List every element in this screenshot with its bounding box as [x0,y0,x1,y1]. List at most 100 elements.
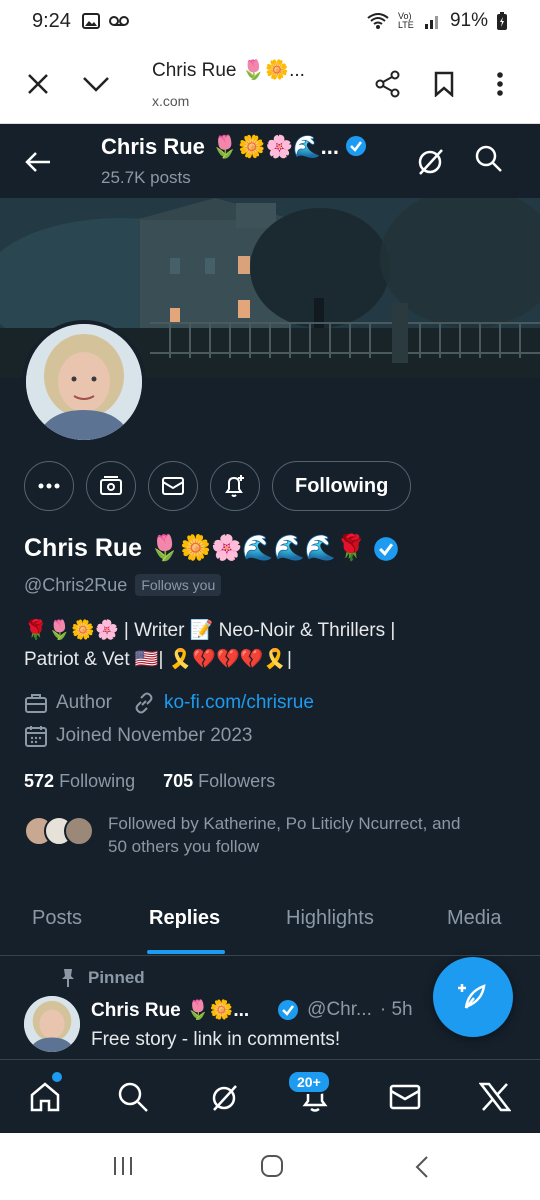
battery-percent: 91% [449,10,488,31]
tweet-avatar[interactable] [24,996,80,1052]
browser-page-title: Chris Rue 🌷🌼... [152,60,305,81]
status-notification-icons [82,12,130,30]
following-label: Following [59,771,136,791]
following-count-link[interactable]: 572 Following [24,771,135,792]
mail-icon [162,477,184,495]
followers-count: 705 [163,771,194,791]
bookmark-page-button[interactable] [426,66,462,102]
tweet-author-handle: @Chr... [307,999,372,1020]
signal-icon [424,16,438,29]
bookmark-icon [434,71,454,97]
more-options-button[interactable] [24,461,74,511]
tweet-text[interactable]: Free story - link in comments! [91,1029,340,1051]
home-circle-icon [261,1155,283,1177]
nav-home[interactable] [26,1078,64,1116]
profile-joined-date: Joined November 2023 [56,725,253,746]
tab-highlights[interactable]: Highlights [286,907,374,930]
nav-explore[interactable] [114,1078,152,1116]
pinned-label-row: Pinned [60,968,145,988]
tweet-header: Chris Rue 🌷🌼... @Chr... · 5h [91,998,413,1022]
header-name-text: Chris Rue 🌷🌼🌸🌊... [101,134,339,159]
tab-posts[interactable]: Posts [32,907,82,930]
mail-icon [389,1084,421,1110]
nav-messages[interactable] [386,1078,424,1116]
profile-header: Chris Rue 🌷🌼🌸🌊... 25.7K posts [0,124,540,198]
chevron-down-icon [83,77,109,92]
compose-feather-icon [458,984,486,1009]
link-icon [135,692,153,714]
verified-badge-icon [346,136,367,156]
profile-occupation: Author [56,692,112,713]
close-tab-button[interactable] [20,66,56,102]
nav-x[interactable] [476,1078,514,1116]
home-unread-dot [52,1072,62,1082]
gallery-icon [82,13,100,29]
follows-you-badge: Follows you [135,574,222,596]
tab-media[interactable]: Media [447,907,501,930]
browser-toolbar: Chris Rue 🌷🌼... x.com [0,46,540,124]
status-right: Vo) LTE 91% [366,10,508,32]
following-count: 572 [24,771,55,791]
back-system-button[interactable] [414,1155,430,1184]
display-name-text: Chris Rue 🌷🌼🌸🌊🌊🌊🌹 [24,534,367,562]
followers-count-link[interactable]: 705 Followers [163,771,275,792]
mutual-avatar [64,816,94,846]
verified-badge-icon [278,1000,299,1020]
x-logo-icon [479,1082,511,1112]
followed-by-line-2: 50 others you follow [108,837,260,856]
money-icon [100,476,122,495]
profile-search-button[interactable] [474,144,508,178]
message-button[interactable] [148,461,198,511]
tweet-time: · 5h [379,999,413,1020]
profile-bio: 🌹🌷🌼🌸 | Writer 📝 Neo-Noir & Thrillers | P… [24,616,516,674]
calendar-icon [25,726,47,747]
collapse-button[interactable] [78,66,114,102]
notifications-badge: 20+ [287,1070,331,1094]
grok-icon [418,149,443,175]
tab-replies[interactable]: Replies [149,907,220,930]
profile-avatar[interactable] [22,320,146,444]
wifi-icon [367,13,389,29]
followed-by-row[interactable]: Followed by Katherine, Po Liticly Ncurre… [24,812,518,858]
bell-plus-icon [225,475,244,497]
bottom-navigation: 20+ [0,1059,540,1133]
following-button[interactable]: Following [272,461,412,511]
compose-button[interactable] [433,957,513,1037]
status-bar: 9:24 Vo) LTE 91% [0,0,540,46]
network-label: Vo) LTE [397,11,414,30]
chevron-left-icon [415,1156,428,1178]
mutual-avatars [24,816,94,858]
subscribe-button[interactable] [86,461,136,511]
share-icon [375,70,400,98]
bio-line-1: 🌹🌷🌼🌸 | Writer 📝 Neo-Noir & Thrillers | [24,620,396,641]
followed-by-line-1: Followed by Katherine, Po Liticly Ncurre… [108,814,461,833]
follow-counts: 572 Following 705 Followers [24,771,275,792]
tweet-author-name[interactable]: Chris Rue 🌷🌼... [91,998,249,1022]
verified-badge-icon [374,536,398,561]
followed-by-text: Followed by Katherine, Po Liticly Ncurre… [108,812,518,858]
home-system-button[interactable] [260,1155,284,1182]
browser-url[interactable]: x.com [152,93,189,109]
recents-icon [114,1157,132,1175]
system-navigation-bar [0,1133,540,1200]
tweet-avatar-image [24,996,80,1052]
back-button[interactable] [20,144,56,180]
browser-menu-button[interactable] [482,66,518,102]
nav-grok[interactable] [206,1078,244,1116]
voicemail-icon [109,16,129,26]
profile-website-link[interactable]: ko-fi.com/chrisrue [164,692,314,714]
share-button[interactable] [370,66,406,102]
home-icon [30,1082,60,1112]
recents-button[interactable] [112,1155,134,1182]
profile-actions: Following [24,461,412,511]
notify-button[interactable] [210,461,260,511]
header-post-count: 25.7K posts [101,168,191,187]
search-icon [475,145,502,172]
arrow-left-icon [25,152,50,172]
grok-button[interactable] [414,144,448,178]
header-profile-name: Chris Rue 🌷🌼🌸🌊... [101,134,367,160]
profile-display-name: Chris Rue 🌷🌼🌸🌊🌊🌊🌹 [24,534,399,563]
profile-meta-row: Author ko-fi.com/chrisrue [24,691,314,715]
active-tab-indicator [147,950,225,954]
profile-joined-row: Joined November 2023 [24,724,252,748]
